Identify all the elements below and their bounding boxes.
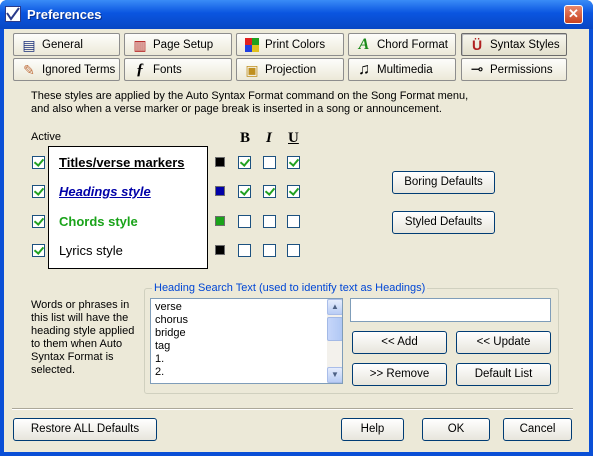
list-item[interactable]: 1. (155, 353, 164, 365)
page-setup-icon: ▥ (133, 37, 147, 53)
active-label: Active (31, 131, 61, 143)
letter-a-icon: A (358, 36, 370, 53)
tab-syntax-styles[interactable]: Ü Syntax Styles (461, 33, 567, 56)
heading-search-list[interactable]: verse chorus bridge tag 1. 2. ▲ ▼ (150, 298, 343, 384)
headings-color-swatch[interactable] (215, 186, 225, 196)
list-item[interactable]: 2. (155, 366, 164, 378)
close-icon[interactable]: ✕ (564, 5, 583, 24)
font-icon: ƒ (136, 61, 144, 78)
lyrics-active-checkbox[interactable] (32, 244, 45, 257)
window-title: Preferences (27, 7, 102, 22)
tab-print-colors[interactable]: Print Colors (236, 33, 344, 56)
scroll-up-icon[interactable]: ▲ (327, 299, 342, 315)
list-item[interactable]: bridge (155, 327, 186, 339)
lyrics-color-swatch[interactable] (215, 245, 225, 255)
tab-label: Print Colors (265, 39, 326, 51)
chords-italic-checkbox[interactable] (263, 215, 276, 228)
lyrics-italic-checkbox[interactable] (263, 244, 276, 257)
scroll-down-icon[interactable]: ▼ (327, 367, 342, 383)
scroll-thumb[interactable] (327, 317, 342, 341)
headings-active-checkbox[interactable] (32, 185, 45, 198)
syntax-icon: Ü (471, 37, 483, 53)
heading-search-input[interactable] (350, 298, 551, 322)
headings-style-sample[interactable]: Headings style (59, 184, 151, 199)
ok-button[interactable]: OK (422, 418, 490, 441)
bold-header: B (240, 130, 251, 146)
color-grid-icon (244, 37, 260, 53)
tab-label: Fonts (153, 64, 182, 76)
tab-label: Multimedia (377, 64, 433, 76)
lyrics-underline-checkbox[interactable] (287, 244, 300, 257)
titles-bold-checkbox[interactable] (238, 156, 251, 169)
lyrics-style-sample[interactable]: Lyrics style (59, 243, 123, 258)
music-note-icon: ♫ (358, 61, 370, 78)
tab-label: General (42, 39, 83, 51)
style-samples: Titles/verse markers Headings style Chor… (48, 146, 208, 269)
tab-label: Page Setup (153, 39, 214, 51)
projection-icon: ▣ (245, 62, 259, 78)
tab-projection[interactable]: ▣ Projection (236, 58, 344, 81)
description-line: These styles are applied by the Auto Syn… (31, 90, 469, 102)
tab-page-setup[interactable]: ▥ Page Setup (124, 33, 232, 56)
tab-multimedia[interactable]: ♫ Multimedia (348, 58, 456, 81)
eraser-icon: ✎ (23, 62, 35, 78)
tab-general[interactable]: ▤ General (13, 33, 120, 56)
tab-fonts[interactable]: ƒ Fonts (124, 58, 232, 81)
titles-underline-checkbox[interactable] (287, 156, 300, 169)
underline-header: U (288, 130, 299, 146)
description-line: and also when a verse marker or page bre… (31, 103, 442, 115)
chords-bold-checkbox[interactable] (238, 215, 251, 228)
footer-separator (12, 408, 573, 410)
styled-defaults-button[interactable]: Styled Defaults (392, 211, 495, 234)
boring-defaults-button[interactable]: Boring Defaults (392, 171, 495, 194)
heading-list-help-text: Words or phrases in this list will have … (31, 299, 135, 376)
chords-style-sample[interactable]: Chords style (59, 214, 138, 229)
key-icon: ⊸ (470, 61, 484, 78)
cancel-button[interactable]: Cancel (503, 418, 572, 441)
lyrics-bold-checkbox[interactable] (238, 244, 251, 257)
tab-permissions[interactable]: ⊸ Permissions (461, 58, 567, 81)
titles-style-sample[interactable]: Titles/verse markers (59, 155, 185, 170)
chords-color-swatch[interactable] (215, 216, 225, 226)
list-item[interactable]: tag (155, 340, 170, 352)
tab-label: Permissions (490, 64, 553, 76)
help-button[interactable]: Help (341, 418, 404, 441)
list-scrollbar[interactable]: ▲ ▼ (327, 299, 342, 383)
heading-search-legend: Heading Search Text (used to identify te… (152, 282, 428, 294)
list-item[interactable]: verse (155, 301, 182, 313)
remove-button[interactable]: >> Remove (352, 363, 447, 386)
tab-label: Syntax Styles (490, 39, 560, 51)
description-text: These styles are applied by the Auto Syn… (31, 90, 551, 116)
document-icon: ▤ (22, 37, 36, 53)
titles-active-checkbox[interactable] (32, 156, 45, 169)
headings-italic-checkbox[interactable] (263, 185, 276, 198)
tab-label: Chord Format (377, 39, 448, 51)
titles-italic-checkbox[interactable] (263, 156, 276, 169)
app-icon (5, 6, 21, 22)
italic-header: I (266, 130, 272, 146)
headings-underline-checkbox[interactable] (287, 185, 300, 198)
list-item[interactable]: chorus (155, 314, 188, 326)
update-button[interactable]: << Update (456, 331, 551, 354)
headings-bold-checkbox[interactable] (238, 185, 251, 198)
default-list-button[interactable]: Default List (456, 363, 551, 386)
add-button[interactable]: << Add (352, 331, 447, 354)
titles-color-swatch[interactable] (215, 157, 225, 167)
title-bar[interactable]: Preferences ✕ (0, 0, 593, 29)
tab-chord-format[interactable]: A Chord Format (348, 33, 456, 56)
restore-all-defaults-button[interactable]: Restore ALL Defaults (13, 418, 157, 441)
tab-label: Projection (265, 64, 317, 76)
tab-label: Ignored Terms (42, 64, 116, 76)
tab-ignored-terms[interactable]: ✎ Ignored Terms (13, 58, 120, 81)
chords-underline-checkbox[interactable] (287, 215, 300, 228)
chords-active-checkbox[interactable] (32, 215, 45, 228)
